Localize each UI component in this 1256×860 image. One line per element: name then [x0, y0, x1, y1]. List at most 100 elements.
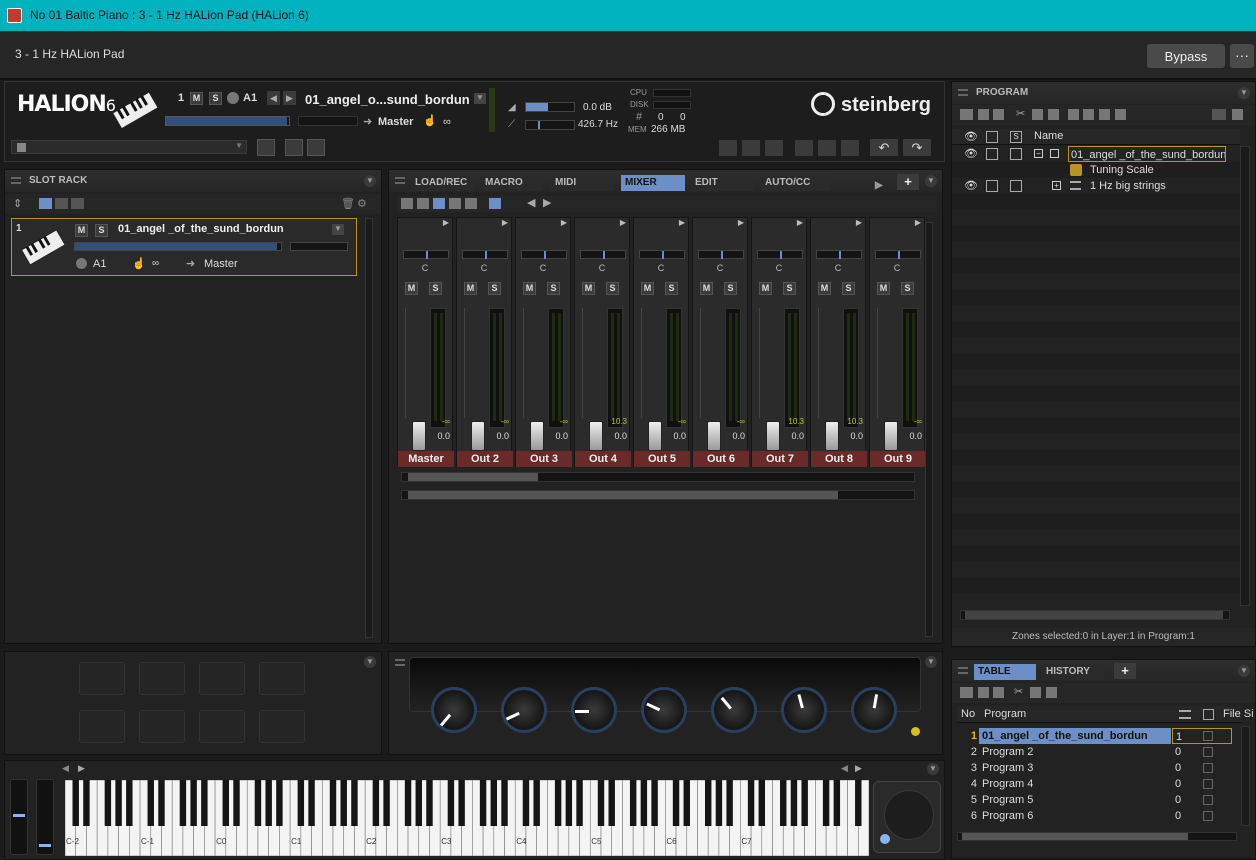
more-options-button[interactable]: ···	[1230, 44, 1254, 68]
strip-mute-button[interactable]: M	[464, 282, 477, 295]
black-key[interactable]	[72, 780, 79, 826]
black-key[interactable]	[833, 780, 841, 826]
row-program-name[interactable]: Program 5	[979, 792, 1171, 808]
table-row[interactable]: 3 Program 30	[957, 760, 1242, 776]
strip-solo-button[interactable]: S	[783, 282, 796, 295]
output-selector[interactable]: Out 4	[575, 451, 631, 467]
table-trash-icon[interactable]	[993, 687, 1004, 698]
volume-fader[interactable]	[877, 308, 898, 451]
volume-fader[interactable]	[523, 308, 544, 451]
strip-mute-button[interactable]: M	[405, 282, 418, 295]
pan-knob[interactable]	[757, 250, 803, 259]
strip-solo-button[interactable]: S	[665, 282, 678, 295]
mixer-return-icon[interactable]	[417, 198, 429, 209]
mixer-menu-icon[interactable]: ▼	[925, 175, 937, 187]
name-column-header[interactable]: Name	[1034, 130, 1063, 142]
volume-fader[interactable]	[759, 308, 780, 451]
strip-expand-icon[interactable]: ▶	[797, 218, 803, 227]
black-key[interactable]	[576, 780, 583, 826]
tab-history[interactable]: HISTORY	[1042, 664, 1104, 680]
undo-icon[interactable]: ↶	[870, 139, 898, 156]
pan-knob[interactable]	[875, 250, 921, 259]
window-layout-icon[interactable]	[285, 139, 303, 156]
black-key[interactable]	[254, 780, 262, 826]
volume-fader[interactable]	[582, 308, 603, 451]
tab-table[interactable]: TABLE	[974, 664, 1036, 680]
black-key[interactable]	[126, 780, 133, 826]
output-selector[interactable]: Out 3	[516, 451, 572, 467]
expand-icon[interactable]: +	[1052, 181, 1061, 190]
row-save-icon[interactable]	[1203, 811, 1213, 821]
save-icon[interactable]	[17, 143, 26, 152]
macro-knob[interactable]	[571, 687, 617, 733]
table-save-icon[interactable]	[978, 687, 989, 698]
level-value[interactable]: 0.0	[426, 431, 450, 441]
fader-cap[interactable]	[884, 421, 898, 451]
level-value[interactable]: 0.0	[780, 431, 804, 441]
black-key[interactable]	[83, 780, 90, 826]
slot-rack-scrollbar[interactable]	[365, 218, 373, 638]
strip-solo-button[interactable]: S	[901, 282, 914, 295]
row-solo-icon[interactable]	[1010, 148, 1022, 160]
table-copy-icon[interactable]	[1030, 687, 1041, 698]
strip-expand-icon[interactable]: ▶	[915, 218, 921, 227]
volume-fader[interactable]	[818, 308, 839, 451]
macro-knob[interactable]	[431, 687, 477, 733]
black-key[interactable]	[158, 780, 165, 826]
row-program-name[interactable]: Program 2	[979, 744, 1171, 760]
black-key[interactable]	[715, 780, 723, 826]
black-key[interactable]	[801, 780, 808, 826]
program-v-scrollbar[interactable]	[1240, 146, 1250, 606]
pan-knob[interactable]	[639, 250, 685, 259]
mixer-vertical-scrollbar[interactable]	[925, 222, 933, 637]
tab-scroll-right-icon[interactable]: ▶	[875, 175, 883, 197]
strip-mute-button[interactable]: M	[641, 282, 654, 295]
table-row[interactable]: 1 01_angel _of_the_sund_bordun 1	[957, 728, 1242, 744]
table-cut-icon[interactable]: ✂	[1014, 685, 1023, 698]
table-row[interactable]: 2 Program 20	[957, 744, 1242, 760]
row-program-name[interactable]: 01_angel _of_the_sund_bordun	[979, 728, 1171, 744]
row-save-icon[interactable]	[1203, 731, 1213, 741]
black-key[interactable]	[565, 780, 573, 826]
black-key[interactable]	[683, 780, 690, 826]
black-key[interactable]	[501, 780, 508, 826]
black-key[interactable]	[297, 780, 305, 826]
pan-knob[interactable]	[580, 250, 626, 259]
view-small-icon[interactable]	[71, 198, 84, 209]
filter-icon[interactable]	[1115, 109, 1126, 120]
layer-mute-icon[interactable]	[986, 180, 998, 192]
black-key[interactable]	[780, 780, 787, 826]
pad[interactable]	[199, 710, 245, 743]
layer-solo-icon[interactable]	[1010, 180, 1022, 192]
black-key[interactable]	[201, 780, 208, 826]
table-folder-icon[interactable]	[960, 687, 973, 698]
macro-knob[interactable]	[641, 687, 687, 733]
add-tab-button[interactable]: +	[897, 174, 919, 190]
view-large-icon[interactable]	[39, 198, 52, 209]
pad[interactable]	[139, 662, 185, 695]
mute-button[interactable]: M	[190, 92, 203, 105]
black-key[interactable]	[447, 780, 455, 826]
redo-icon[interactable]: ↷	[903, 139, 931, 156]
black-key[interactable]	[115, 780, 122, 826]
program-grip-icon[interactable]	[958, 89, 968, 96]
trash-icon[interactable]: 🗑	[341, 197, 355, 210]
solo-button[interactable]: S	[209, 92, 222, 105]
hs-icon[interactable]	[1212, 109, 1226, 120]
row-save-icon[interactable]	[1203, 779, 1213, 789]
macro-knob[interactable]	[501, 687, 547, 733]
preset-chevron-icon[interactable]: ▼	[235, 141, 243, 150]
strip-mute-button[interactable]: M	[818, 282, 831, 295]
keyboard-icon[interactable]	[795, 140, 813, 156]
black-key[interactable]	[822, 780, 830, 826]
strip-scrollbar-top[interactable]	[401, 472, 915, 482]
col-program[interactable]: Program	[984, 708, 1026, 720]
collapse-icon[interactable]: −	[1034, 149, 1043, 158]
window-icon[interactable]	[307, 139, 325, 156]
note-icon[interactable]	[765, 140, 783, 156]
output-selector[interactable]: Out 7	[752, 451, 808, 467]
table-paste-icon[interactable]	[1046, 687, 1057, 698]
copy-icon[interactable]	[1032, 109, 1043, 120]
sort-icon[interactable]: ⇕	[13, 197, 22, 210]
black-key[interactable]	[276, 780, 283, 826]
